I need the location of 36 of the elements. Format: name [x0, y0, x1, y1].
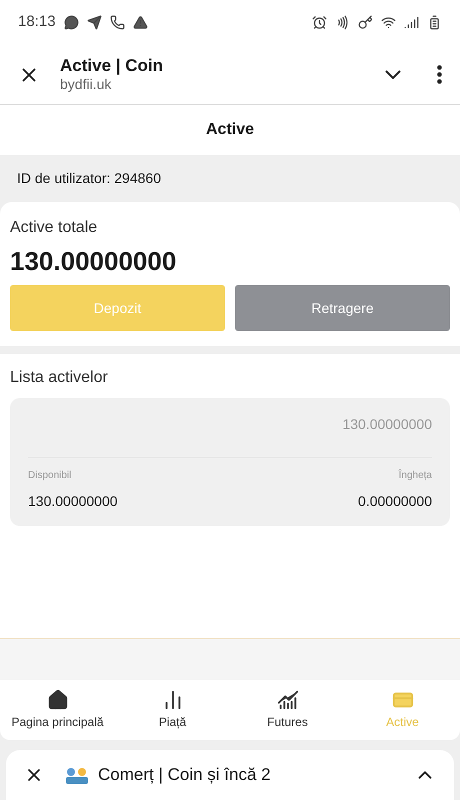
page-title: Active: [206, 120, 254, 140]
alarm-icon: [312, 15, 327, 30]
chat-icon: [64, 15, 79, 30]
battery-icon: [427, 15, 442, 30]
send-icon: [86, 15, 102, 30]
total-amount: 130.00000000: [10, 245, 178, 278]
nav-tab[interactable]: Pagina principală: [0, 680, 115, 740]
available-amount: 130.00000000: [28, 492, 118, 511]
asset-total: 130.00000000: [342, 415, 432, 434]
phone-icon: [110, 15, 125, 30]
total-label: Active totale: [10, 218, 98, 238]
frozen-label: Îngheța: [398, 468, 432, 483]
warning-icon: [132, 15, 148, 30]
tab-sheet[interactable]: Comerț | Coin și încă 2: [6, 750, 454, 800]
user-id-text: ID de utilizator: 294860: [17, 169, 161, 188]
menu-button[interactable]: [437, 65, 442, 84]
signal-icon: [404, 15, 419, 30]
trend-chart-icon: [276, 689, 298, 711]
available-label: Disponibil: [28, 469, 72, 483]
chevron-down-icon: [385, 70, 401, 79]
url-text: bydfii.uk: [60, 76, 112, 94]
list-title: Lista activelor: [10, 368, 109, 388]
nav-tab[interactable]: Piață: [115, 680, 230, 740]
menu-icon: [437, 65, 442, 84]
group-icon: [64, 765, 90, 785]
home-icon: [46, 689, 68, 711]
nfc-icon: [335, 15, 350, 30]
frozen-amount: 0.00000000: [358, 492, 432, 511]
expand-button[interactable]: [385, 70, 401, 79]
asset-card[interactable]: 130.00000000 Disponibil Îngheța 130.00000000 0.00000000: [10, 398, 450, 526]
key-icon: [358, 15, 373, 30]
nav-tab[interactable]: Futures: [230, 680, 345, 740]
sheet-title: Comerț | Coin și încă 2: [98, 764, 271, 786]
tab-title: Active | Coin: [60, 55, 163, 76]
wifi-icon: [381, 15, 396, 30]
status-time: 18:13: [18, 12, 56, 32]
